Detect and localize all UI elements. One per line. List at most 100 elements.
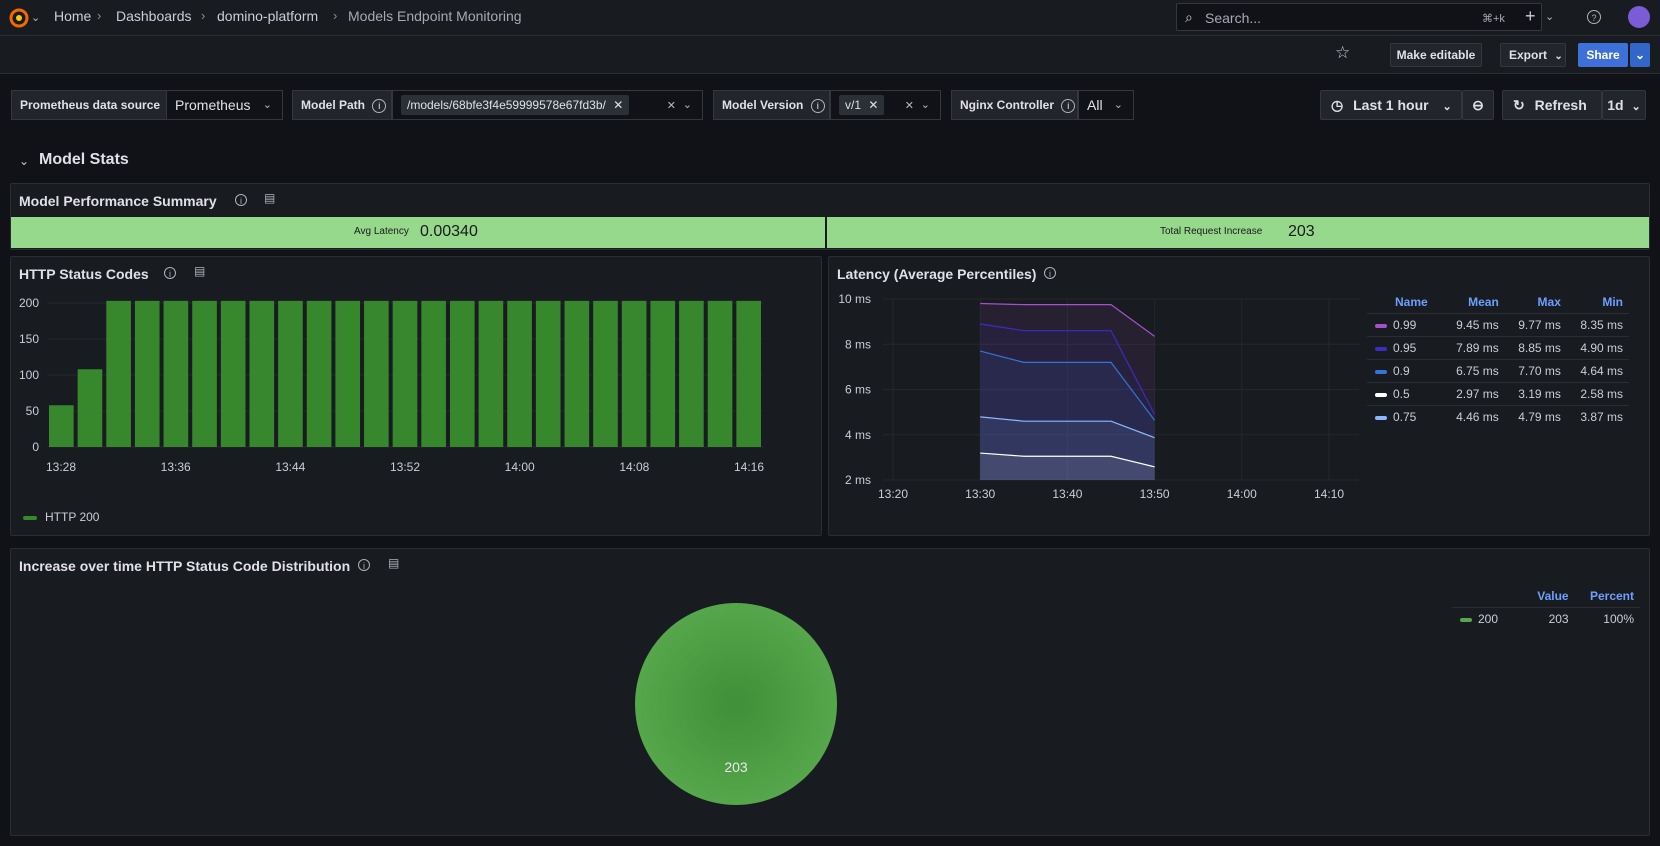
bar[interactable] [478,300,504,447]
bar[interactable] [707,300,733,447]
bar[interactable] [564,300,590,447]
stat-label: Avg Latency [354,226,409,237]
nginx-value: All [1087,97,1103,113]
time-range-picker[interactable]: ◷ Last 1 hour ⌄ [1320,90,1462,120]
panel-links-icon[interactable]: ▤ [194,264,205,278]
legend-row[interactable]: 0.99 9.45 ms 9.77 ms 8.35 ms [1367,313,1629,337]
bar[interactable] [220,300,246,447]
zoom-out-button[interactable]: ⊖ [1462,90,1494,120]
model-path-variable-label: Model Path i [292,90,392,120]
model-path-variable-select[interactable]: /models/68bfe3f4e59999578e67fd3b/ ✕ ✕ ⌄ [392,90,703,120]
make-editable-button[interactable]: Make editable [1390,43,1482,67]
row-title[interactable]: Model Stats [39,151,129,169]
star-icon[interactable]: ☆ [1335,43,1350,63]
legend-stat: 8.35 ms [1566,313,1629,337]
bar[interactable] [392,300,418,447]
grafana-logo-icon[interactable] [6,5,32,31]
refresh-interval-picker[interactable]: 1d ⌄ [1602,90,1646,120]
clear-icon[interactable]: ✕ [667,92,676,120]
nginx-variable-select[interactable]: All ⌄ [1078,90,1134,120]
legend-row[interactable]: 0.95 7.89 ms 8.85 ms 4.90 ms [1367,336,1629,360]
legend-stat: 2.97 ms [1442,382,1505,406]
info-icon[interactable]: i [1061,98,1076,113]
chevron-down-icon[interactable]: ⌄ [921,91,930,119]
info-icon[interactable]: i [372,98,387,113]
breadcrumb-folder[interactable]: domino-platform [217,8,318,24]
info-icon[interactable]: i [164,267,176,279]
info-icon[interactable]: i [1044,267,1056,279]
chevron-down-icon: ⌄ [262,99,272,111]
legend-row[interactable]: 0.9 6.75 ms 7.70 ms 4.64 ms [1367,359,1629,383]
info-icon[interactable]: i [810,98,825,113]
bar[interactable] [421,300,446,447]
refresh-icon: ↻ [1513,97,1525,113]
bar[interactable] [593,300,618,447]
datasource-variable-label: Prometheus data source [11,90,170,120]
bar[interactable] [736,300,761,447]
chevron-down-icon[interactable]: ⌄ [1545,10,1554,23]
datasource-value: Prometheus [175,97,251,113]
legend-header[interactable]: Min [1567,291,1629,314]
bar[interactable] [449,300,475,447]
avatar[interactable] [1628,6,1650,28]
collapse-row-icon[interactable]: ⌄ [19,154,29,168]
bar[interactable] [621,300,647,447]
refresh-button[interactable]: ↻ Refresh [1502,90,1602,120]
legend-label[interactable]: HTTP 200 [45,510,99,524]
info-icon[interactable]: i [235,194,247,206]
avg-latency-stat: Avg Latency 0.00340 [11,217,825,248]
x-tick-label: 14:08 [619,460,649,474]
bar[interactable] [192,300,217,447]
share-button[interactable]: Share [1578,43,1628,67]
chevron-right-icon: › [333,8,338,23]
bar[interactable] [134,300,160,447]
export-button[interactable]: Export ⌄ [1500,43,1566,67]
refresh-interval-value: 1d [1607,97,1624,113]
bar[interactable] [163,300,189,447]
y-tick-label: 8 ms [845,337,871,351]
model-path-label: Model Path [301,98,366,112]
refresh-label: Refresh [1534,97,1587,113]
legend-swatch [1375,392,1387,397]
bar[interactable] [306,300,332,447]
clear-icon[interactable]: ✕ [905,92,914,120]
search-input[interactable]: ⌕ Search... ⌘+k [1176,3,1542,31]
legend-row[interactable]: 0.75 4.46 ms 4.79 ms 3.87 ms [1367,405,1629,428]
share-options-button[interactable]: ⌄ [1630,43,1650,67]
breadcrumb-dashboards[interactable]: Dashboards [116,8,192,24]
datasource-variable-select[interactable]: Prometheus ⌄ [166,90,283,120]
bar[interactable] [49,405,74,447]
bar[interactable] [535,300,561,447]
legend-row[interactable]: 0.5 2.97 ms 3.19 ms 2.58 ms [1367,382,1629,406]
bar[interactable] [364,300,389,447]
chevron-down-icon[interactable]: ⌄ [31,11,40,24]
legend-row[interactable]: 200 203 100% [1452,607,1640,630]
bar[interactable] [106,300,131,447]
legend-header[interactable]: Mean [1443,291,1505,314]
legend-stat: 4.79 ms [1504,405,1567,428]
panel-links-icon[interactable]: ▤ [388,556,399,570]
legend-header[interactable]: Name [1367,291,1443,314]
bar[interactable] [77,369,103,447]
bar[interactable] [507,300,532,447]
latency-line-chart: 10 ms 8 ms 6 ms 4 ms 2 ms 13:20 13:30 13:40 13:5… [838,292,1359,501]
bar[interactable] [335,300,361,447]
help-icon[interactable]: ? [1587,10,1601,24]
add-icon[interactable]: + [1525,6,1536,27]
bar[interactable] [679,300,704,447]
legend-header[interactable]: Value [1524,585,1575,608]
model-version-variable-select[interactable]: v/1 ✕ ✕ ⌄ [830,90,941,120]
legend-header[interactable]: Max [1505,291,1567,314]
breadcrumb-home[interactable]: Home [54,8,91,24]
chevron-down-icon[interactable]: ⌄ [683,91,692,119]
bar[interactable] [278,300,303,447]
remove-icon[interactable]: ✕ [868,98,878,112]
panel-links-icon[interactable]: ▤ [264,191,275,205]
x-tick-label: 13:28 [46,460,76,474]
x-tick-label: 13:52 [390,460,420,474]
bar[interactable] [249,300,275,447]
bar[interactable] [650,300,676,447]
remove-icon[interactable]: ✕ [613,98,623,112]
info-icon[interactable]: i [358,559,370,571]
legend-header[interactable]: Percent [1575,585,1640,608]
